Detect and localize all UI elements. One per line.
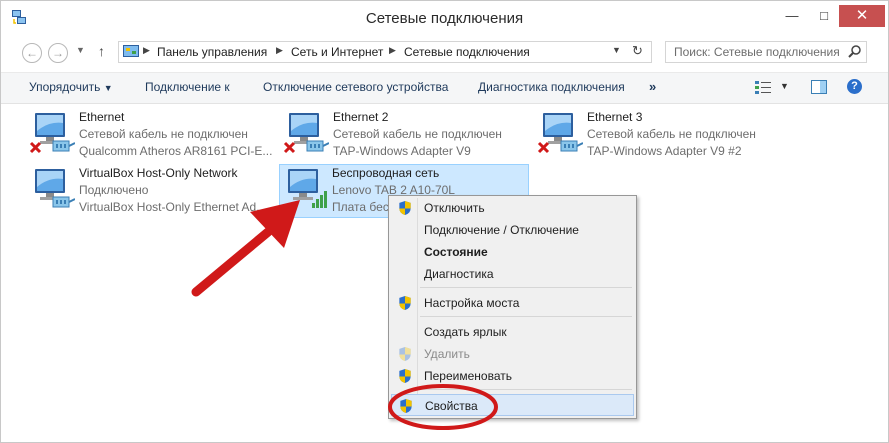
menu-item-properties[interactable]: Свойства [391,394,634,416]
breadcrumb-separator-icon: ▶ [143,45,150,55]
up-button[interactable]: ↑ [98,43,105,59]
menu-item-label: Диагностика [424,267,494,281]
menu-item-label: Свойства [425,399,478,413]
wired-network-disconnected-icon [537,113,583,154]
uac-shield-icon [399,346,411,362]
menu-item-label: Создать ярлык [424,325,507,339]
connection-name: Ethernet [79,110,125,124]
breadcrumb-separator-icon[interactable]: ▶ [276,45,283,56]
disable-device-button[interactable]: Отключение сетевого устройства [263,80,448,94]
maximize-button[interactable]: □ [809,5,839,27]
organize-chevron-icon: ▼ [103,83,113,93]
context-menu: Отключить Подключение / Отключение Состо… [388,195,637,419]
connection-status: Сетевой кабель не подключен [333,127,502,141]
address-bar[interactable]: ▶ Панель управления ▶ Сеть и Интернет ▶ … [118,41,652,63]
title-bar: Сетевые подключения — □ ✕ [1,1,888,35]
connection-device: VirtualBox Host-Only Ethernet Ad... [79,200,267,214]
uac-shield-icon [399,200,411,216]
connect-to-button[interactable]: Подключение к [145,80,230,94]
connection-ethernet-3[interactable]: Ethernet 3 Сетевой кабель не подключен T… [535,109,785,161]
menu-separator [420,389,632,390]
menu-item-create-shortcut[interactable]: Создать ярлык [391,321,634,343]
change-view-icon[interactable] [755,80,771,94]
menu-item-label: Отключить [424,201,485,215]
control-panel-icon [123,45,139,57]
menu-item-label: Подключение / Отключение [424,223,579,237]
minimize-button[interactable]: — [777,5,807,27]
wired-network-connected-icon [35,169,75,208]
menu-separator [420,316,632,317]
breadcrumb-network-connections[interactable]: Сетевые подключения [404,45,530,59]
back-button[interactable]: ← [22,43,42,63]
connection-device: Qualcomm Atheros AR8161 PCI-E... [79,144,273,158]
connection-status: Подключено [79,183,149,197]
more-commands-button[interactable]: » [649,79,656,94]
menu-item-disable[interactable]: Отключить [391,197,634,219]
help-icon[interactable]: ? [847,79,862,94]
connection-ethernet-2[interactable]: Ethernet 2 Сетевой кабель не подключен T… [281,109,531,161]
connection-name: VirtualBox Host-Only Network [79,166,238,180]
connection-name: Беспроводная сеть [332,166,440,180]
uac-shield-icon [399,368,411,384]
breadcrumb-control-panel[interactable]: Панель управления [157,45,267,59]
refresh-icon[interactable]: ↻ [632,43,643,59]
connection-virtualbox[interactable]: VirtualBox Host-Only Network Подключено … [27,165,277,217]
address-dropdown-chevron-icon[interactable]: ▼ [612,45,621,55]
search-placeholder: Поиск: Сетевые подключения [674,45,840,59]
search-icon[interactable] [848,44,862,58]
breadcrumb-network-internet[interactable]: Сеть и Интернет [291,45,383,59]
menu-item-label: Удалить [424,347,470,361]
connection-name: Ethernet 3 [587,110,643,124]
forward-button[interactable]: → [48,43,68,63]
recent-locations-chevron-icon[interactable]: ▼ [76,45,85,55]
menu-item-delete: Удалить [391,343,634,365]
uac-shield-icon [399,295,411,311]
connection-device: TAP-Windows Adapter V9 [333,144,471,158]
wireless-network-icon [288,169,327,208]
menu-item-status[interactable]: Состояние [391,241,634,263]
breadcrumb-separator-icon[interactable]: ▶ [389,45,396,56]
command-bar: Упорядочить ▼ Подключение к Отключение с… [1,72,888,104]
connection-status: Сетевой кабель не подключен [587,127,756,141]
address-row: ← → ▼ ↑ ▶ Панель управления ▶ Сеть и Инт… [1,39,888,67]
search-input[interactable]: Поиск: Сетевые подключения [665,41,867,63]
connection-device: TAP-Windows Adapter V9 #2 [587,144,742,158]
preview-pane-icon[interactable] [811,80,827,94]
uac-shield-icon [400,398,412,414]
connection-ethernet[interactable]: Ethernet Сетевой кабель не подключен Qua… [27,109,277,161]
connection-status: Сетевой кабель не подключен [79,127,248,141]
menu-item-connect-disconnect[interactable]: Подключение / Отключение [391,219,634,241]
menu-item-label: Состояние [424,245,488,259]
menu-separator [420,287,632,288]
wired-network-disconnected-icon [29,113,75,154]
menu-item-diagnostics[interactable]: Диагностика [391,263,634,285]
menu-item-label: Переименовать [424,369,512,383]
connection-name: Ethernet 2 [333,110,389,124]
menu-item-rename[interactable]: Переименовать [391,365,634,387]
menu-item-label: Настройка моста [424,296,520,310]
organize-label: Упорядочить [29,80,101,94]
diagnose-connection-button[interactable]: Диагностика подключения [478,80,625,94]
window-title: Сетевые подключения [365,10,524,27]
close-button[interactable]: ✕ [839,5,885,27]
wired-network-disconnected-icon [283,113,329,154]
organize-button[interactable]: Упорядочить ▼ [29,80,113,94]
menu-item-bridge-connections[interactable]: Настройка моста [391,292,634,314]
view-dropdown-chevron-icon[interactable]: ▼ [780,81,789,91]
